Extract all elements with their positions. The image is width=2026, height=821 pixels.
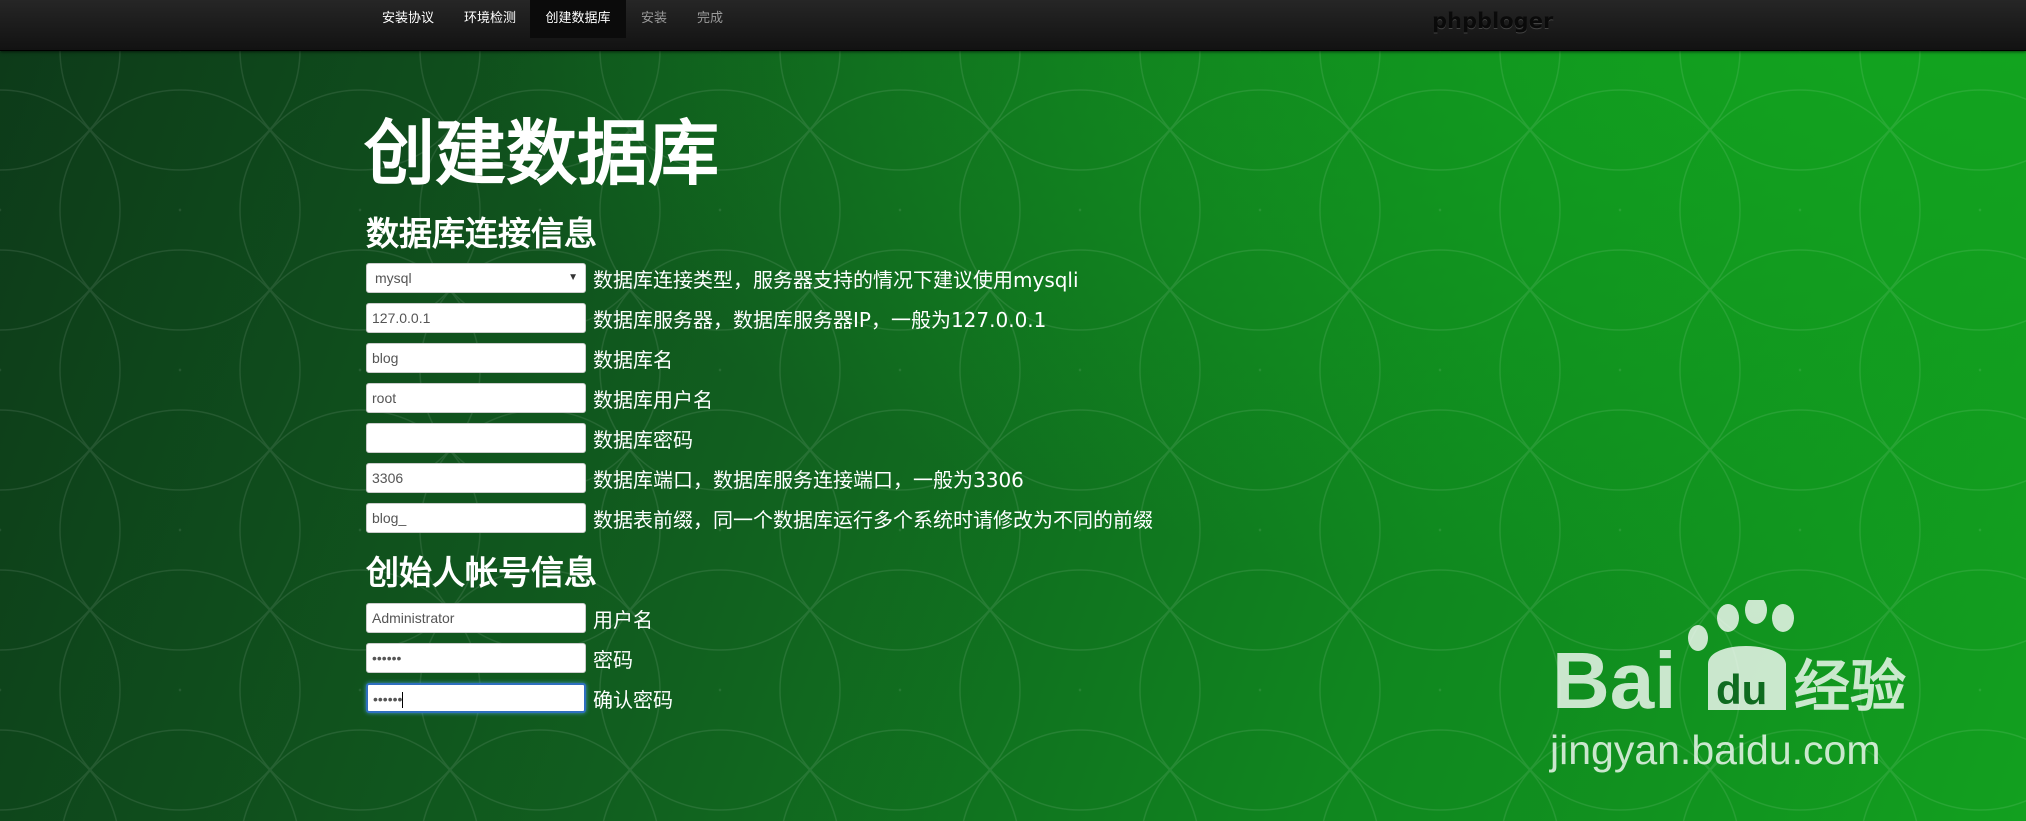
db-user-hint: 数据库用户名	[593, 388, 713, 412]
admin-confirm-password-input[interactable]: ••••••	[366, 683, 586, 713]
admin-username-hint: 用户名	[593, 608, 653, 632]
nav-step-install[interactable]: 安装	[626, 0, 682, 38]
db-type-value: mysql	[375, 270, 412, 286]
baidu-jingyan-watermark: Bai du 经验 jingyan.baidu.com	[1549, 600, 1906, 773]
admin-username-input[interactable]: Administrator	[366, 603, 586, 633]
admin-section-title: 创始人帐号信息	[366, 553, 597, 592]
text-caret	[402, 692, 404, 709]
admin-password-hint: 密码	[593, 648, 633, 672]
db-password-hint: 数据库密码	[593, 428, 693, 452]
top-navbar: 安装协议 环境检测 创建数据库 安装 完成 phpbloger	[0, 0, 2026, 51]
watermark-url: jingyan.baidu.com	[1549, 727, 1880, 773]
db-type-hint: 数据库连接类型，服务器支持的情况下建议使用mysqli	[593, 268, 1079, 292]
db-name-input[interactable]: blog	[366, 343, 586, 373]
db-type-select[interactable]: mysql ▼	[366, 263, 586, 293]
db-user-input[interactable]: root	[366, 383, 586, 413]
db-section-title: 数据库连接信息	[366, 214, 597, 253]
nav-step-create-db[interactable]: 创建数据库	[530, 0, 626, 38]
db-name-hint: 数据库名	[593, 348, 673, 372]
nav-step-finish[interactable]: 完成	[682, 0, 738, 38]
db-port-input[interactable]: 3306	[366, 463, 586, 493]
watermark-bai: Bai	[1552, 636, 1677, 725]
admin-confirm-value: ••••••	[373, 691, 403, 707]
db-host-input[interactable]: 127.0.0.1	[366, 303, 586, 333]
brand-logo[interactable]: phpbloger	[1432, 9, 1553, 33]
db-host-hint: 数据库服务器，数据库服务器IP，一般为127.0.0.1	[593, 308, 1047, 332]
nav-step-env-check[interactable]: 环境检测	[450, 0, 530, 38]
watermark-cn: 经验	[1794, 655, 1906, 720]
db-port-hint: 数据库端口，数据库服务连接端口，一般为3306	[593, 468, 1024, 492]
admin-confirm-hint: 确认密码	[593, 688, 673, 712]
chevron-down-icon: ▼	[568, 272, 578, 283]
db-password-input[interactable]	[366, 423, 586, 453]
page-title: 创建数据库	[364, 112, 720, 195]
watermark-du: du	[1716, 666, 1767, 713]
nav-step-agreement[interactable]: 安装协议	[366, 0, 450, 38]
db-prefix-hint: 数据表前缀，同一个数据库运行多个系统时请修改为不同的前缀	[593, 508, 1153, 532]
admin-password-input[interactable]: ••••••	[366, 643, 586, 673]
db-prefix-input[interactable]: blog_	[366, 503, 586, 533]
